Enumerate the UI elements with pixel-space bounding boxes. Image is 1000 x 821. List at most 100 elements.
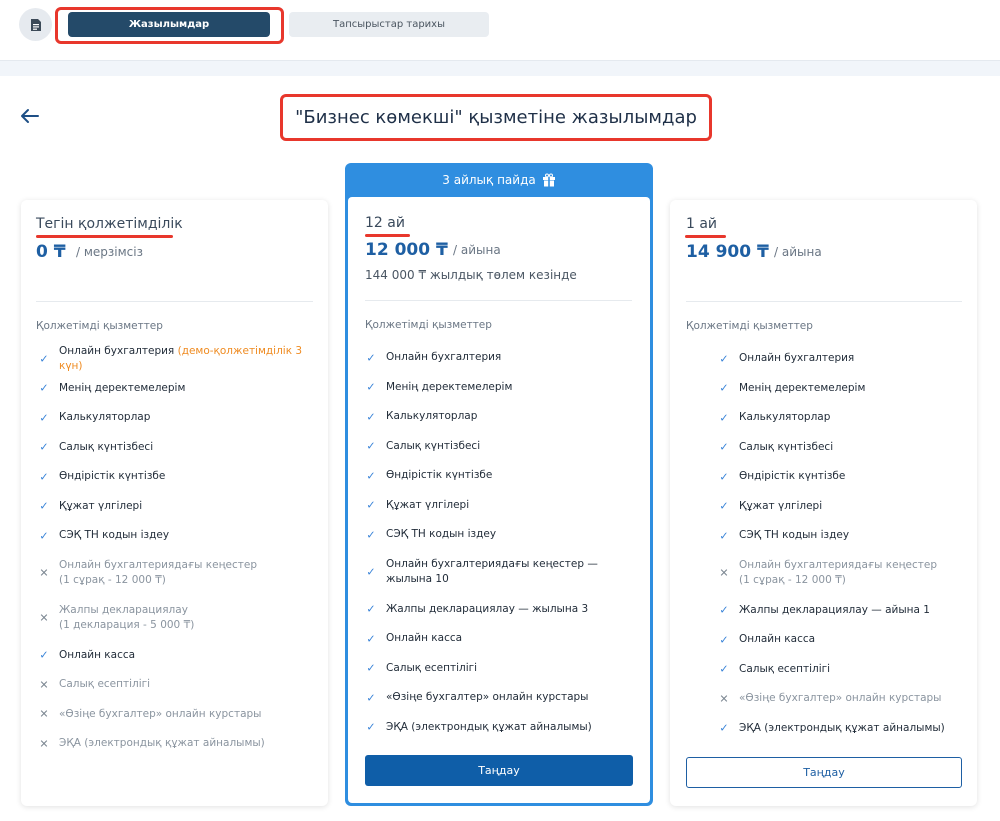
- check-icon: ✓: [366, 632, 376, 646]
- plan-card-12-months: 3 айлық пайда 12 ай 12 000 ₸ / айына 144…: [345, 163, 653, 806]
- section-label: Қолжетімді қызметтер: [686, 320, 813, 332]
- check-icon: ✓: [719, 470, 729, 484]
- feature-text: Өндірістік күнтізбе: [386, 468, 492, 483]
- feature-text: Онлайн касса: [739, 632, 815, 647]
- feature-text: СЭҚ ТН кодын іздеу: [386, 527, 496, 542]
- feature-item: ✓ Салық күнтізбесі: [38, 433, 323, 463]
- feature-text: Калькуляторлар: [386, 409, 477, 424]
- feature-text: Салық есептілігі: [59, 677, 150, 692]
- feature-text: «Өзіңе бухгалтер» онлайн курстары: [386, 690, 588, 705]
- feature-label-line2: жылына 10: [386, 573, 449, 585]
- feature-text: Құжат үлгілері: [739, 499, 822, 514]
- feature-label: Салық есептілігі: [59, 678, 151, 691]
- check-icon: ✓: [719, 352, 729, 366]
- feature-item: ✓ «Өзіңе бухгалтер» онлайн курстары: [365, 683, 640, 713]
- check-icon: ✓: [39, 499, 49, 513]
- feature-label: Салық есептілігі: [739, 662, 831, 675]
- feature-label: «Өзіңе бухгалтер» онлайн курстары: [739, 692, 942, 705]
- feature-label: Калькуляторлар: [739, 411, 831, 424]
- feature-text: Салық күнтізбесі: [59, 440, 153, 455]
- check-icon: ✓: [719, 411, 729, 425]
- check-icon: ✓: [719, 662, 729, 676]
- plan-period: / айына: [774, 245, 822, 259]
- check-icon: ✓: [366, 720, 376, 734]
- check-icon: ✓: [366, 439, 376, 453]
- header-band: [0, 60, 1000, 76]
- page-title: "Бизнес көмекші" қызметіне жазылымдар: [295, 107, 697, 128]
- feature-label: Құжат үлгілері: [386, 498, 470, 511]
- feature-item: ✓ Онлайн касса: [365, 624, 640, 654]
- arrow-left-icon[interactable]: [18, 104, 42, 128]
- cross-icon: ✕: [39, 566, 49, 580]
- cross-icon: ✕: [39, 707, 49, 721]
- check-icon: ✓: [366, 498, 376, 512]
- feature-label: Онлайн касса: [386, 632, 463, 645]
- feature-item: ✓ Құжат үлгілері: [38, 492, 323, 522]
- feature-item: ✓ Салық күнтізбесі: [718, 433, 973, 463]
- feature-label: «Өзіңе бухгалтер» онлайн курстары: [59, 707, 262, 720]
- feature-label: Салық күнтізбесі: [59, 440, 154, 453]
- feature-label: Жалпы декларациялау — айына 1: [739, 603, 930, 616]
- check-icon: ✓: [719, 440, 729, 454]
- check-icon: ✓: [719, 603, 729, 617]
- feature-label: ЭҚА (электрондық құжат айналымы): [739, 721, 945, 734]
- check-icon: ✓: [366, 602, 376, 616]
- feature-text: ЭҚА (электрондық құжат айналымы): [739, 721, 945, 736]
- feature-item: ✓ Онлайн бухгалтерия: [718, 344, 973, 374]
- check-icon: ✓: [366, 380, 376, 394]
- feature-item: ✓ Онлайн бухгалтериядағы кеңестер — жылына…: [365, 550, 640, 595]
- feature-label: Өндірістік күнтізбе: [59, 470, 166, 483]
- check-icon: ✓: [366, 661, 376, 675]
- feature-item: ✓ ЭҚА (электрондық құжат айналымы): [365, 713, 640, 743]
- feature-text: Салық күнтізбесі: [739, 440, 833, 455]
- title-highlight-frame: "Бизнес көмекші" қызметіне жазылымдар: [280, 94, 712, 141]
- feature-label: Өндірістік күнтізбе: [386, 469, 493, 482]
- feature-label: Жалпы декларациялау: [59, 604, 188, 616]
- feature-text: СЭҚ ТН кодын іздеу: [739, 528, 849, 543]
- feature-label: Құжат үлгілері: [59, 499, 143, 512]
- feature-item: ✓ СЭҚ ТН кодын іздеу: [38, 521, 323, 551]
- feature-item: ✓ Өндірістік күнтізбе: [38, 462, 323, 492]
- feature-label-line2: (1 сұрақ - 12 000 ₸): [59, 574, 166, 586]
- plan-period: / мерзімсіз: [76, 245, 143, 259]
- check-icon: ✓: [366, 528, 376, 542]
- feature-item: ✓ Калькуляторлар: [365, 402, 640, 432]
- select-button[interactable]: Таңдау: [365, 755, 633, 786]
- feature-text: Жалпы декларациялау (1 декларация - 5 000…: [59, 603, 194, 633]
- check-icon: ✓: [39, 411, 49, 425]
- feature-item: ✓ СЭҚ ТН кодын іздеу: [718, 521, 973, 551]
- feature-label: Менің деректемелерім: [59, 381, 186, 394]
- check-icon: ✓: [366, 410, 376, 424]
- plan-card-1-month: 1 ай 14 900 ₸ / айына Қолжетімді қызметт…: [670, 200, 977, 806]
- tab-subscriptions[interactable]: Жазылымдар: [68, 12, 270, 37]
- feature-item: ✕ Салық есептілігі: [38, 670, 323, 700]
- document-button[interactable]: [19, 8, 52, 41]
- feature-item: ✓ Жалпы декларациялау — жылына 3: [365, 595, 640, 625]
- feature-item: ✓ Онлайн касса: [38, 641, 323, 671]
- feature-label: ЭҚА (электрондық құжат айналымы): [59, 737, 265, 750]
- feature-text: Калькуляторлар: [739, 410, 830, 425]
- feature-label-line2: (1 сұрақ - 12 000 ₸): [739, 574, 846, 586]
- feature-item: ✕ ЭҚА (электрондық құжат айналымы): [38, 729, 323, 759]
- check-icon: ✓: [719, 529, 729, 543]
- feature-label: Онлайн бухгалтерия: [739, 352, 855, 365]
- check-icon: ✓: [719, 381, 729, 395]
- check-icon: ✓: [366, 469, 376, 483]
- select-button[interactable]: Таңдау: [686, 757, 962, 788]
- feature-text: Онлайн бухгалтерия (демо-қолжетімділік 3…: [59, 344, 323, 374]
- feature-item: ✓ Онлайн бухгалтерия (демо-қолжетімділік …: [38, 344, 323, 374]
- feature-item: ✕ «Өзіңе бухгалтер» онлайн курстары: [718, 684, 973, 714]
- feature-item: ✕ Жалпы декларациялау (1 декларация - 5 00…: [38, 596, 323, 641]
- feature-item: ✕ «Өзіңе бухгалтер» онлайн курстары: [38, 700, 323, 730]
- tab-order-history[interactable]: Тапсырыстар тарихы: [289, 12, 489, 37]
- feature-item: ✓ Салық есептілігі: [718, 655, 973, 685]
- feature-text: Салық күнтізбесі: [386, 439, 480, 454]
- feature-label: Онлайн бухгалтериядағы кеңестер: [739, 559, 937, 571]
- underline-annotation: [685, 235, 726, 238]
- feature-item: ✓ ЭҚА (электрондық құжат айналымы): [718, 714, 973, 744]
- feature-text: Менің деректемелерім: [739, 381, 865, 396]
- feature-list: ✓ Онлайн бухгалтерия ✓ Менің деректемелерім…: [365, 343, 640, 742]
- check-icon: ✓: [39, 352, 49, 366]
- underline-annotation: [36, 235, 173, 238]
- feature-text: Калькуляторлар: [59, 410, 150, 425]
